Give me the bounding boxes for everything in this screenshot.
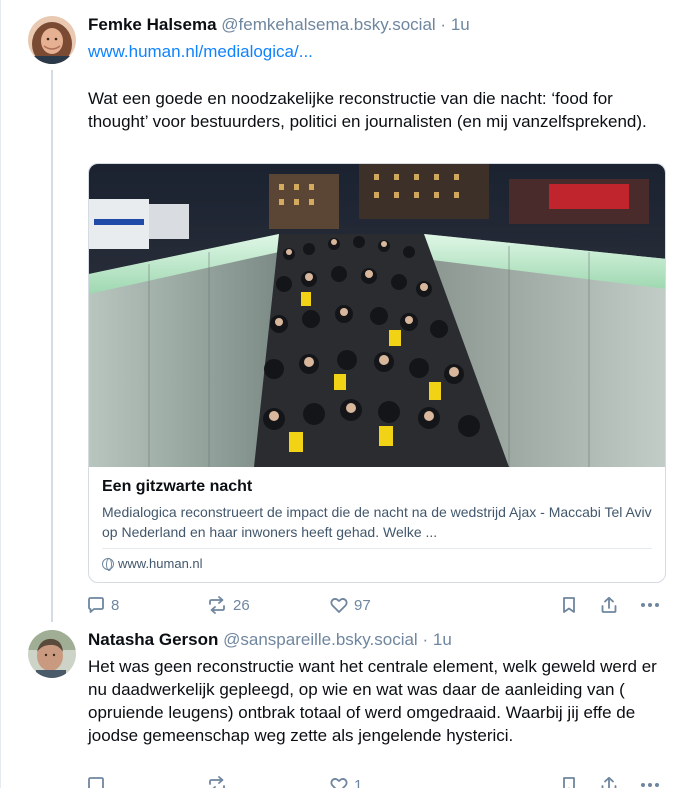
- card-image: [89, 164, 665, 467]
- repost-button[interactable]: [206, 773, 233, 788]
- more-icon: [641, 783, 659, 787]
- card-domain-text: www.human.nl: [118, 556, 203, 571]
- bookmark-icon: [563, 777, 575, 788]
- more-button[interactable]: [639, 773, 661, 788]
- post-actions: 1: [86, 773, 666, 788]
- share-button[interactable]: [599, 773, 619, 788]
- post-link[interactable]: www.human.nl/medialogica/...: [88, 42, 313, 62]
- repost-button[interactable]: 26: [206, 593, 250, 617]
- separator: ·: [422, 630, 429, 649]
- card-description: Medialogica reconstrueert de impact die …: [102, 504, 652, 540]
- avatar[interactable]: [28, 630, 76, 678]
- thread-line: [51, 70, 53, 622]
- more-icon: [641, 603, 659, 607]
- like-icon: [330, 778, 348, 788]
- reply-button[interactable]: 8: [86, 593, 119, 617]
- avatar[interactable]: [28, 16, 76, 64]
- reply-button[interactable]: [86, 773, 111, 788]
- post-header: Natasha Gerson @sanspareille.bsky.social…: [88, 629, 452, 651]
- post-actions: 8 26 97: [86, 593, 666, 617]
- post-text: Wat een goede en noodzakelijke reconstru…: [88, 89, 647, 131]
- author-name[interactable]: Femke Halsema: [88, 15, 217, 34]
- post-age[interactable]: 1u: [433, 630, 452, 649]
- reply-icon: [88, 777, 104, 788]
- separator: ·: [440, 15, 447, 34]
- repost-icon: [209, 596, 225, 614]
- like-count: 97: [354, 596, 371, 614]
- post-header: Femke Halsema @femkehalsema.bsky.social …: [88, 14, 470, 36]
- repost-count: 26: [233, 596, 250, 614]
- share-icon: [601, 776, 617, 788]
- card-title[interactable]: Een gitzwarte nacht: [102, 478, 252, 496]
- card-domain: www.human.nl: [102, 556, 203, 571]
- author-handle[interactable]: @femkehalsema.bsky.social: [221, 15, 435, 34]
- reply-icon: [88, 597, 104, 613]
- more-button[interactable]: [639, 593, 661, 617]
- post-text: Het was geen reconstructie want het cent…: [88, 657, 657, 745]
- link-card[interactable]: Een gitzwarte nacht Medialogica reconstr…: [88, 163, 666, 583]
- bookmark-icon: [563, 597, 575, 613]
- card-divider: [102, 548, 652, 549]
- globe-icon: [102, 557, 114, 571]
- like-icon: [330, 598, 348, 613]
- author-handle[interactable]: @sanspareille.bsky.social: [223, 630, 418, 649]
- like-button[interactable]: 1: [329, 773, 362, 788]
- reply-count: 8: [111, 596, 120, 614]
- author-name[interactable]: Natasha Gerson: [88, 630, 218, 649]
- like-button[interactable]: 97: [329, 593, 371, 617]
- share-button[interactable]: [599, 593, 619, 617]
- bookmark-button[interactable]: [560, 773, 578, 788]
- bookmark-button[interactable]: [560, 593, 578, 617]
- post-age[interactable]: 1u: [451, 15, 470, 34]
- like-count: 1: [354, 776, 363, 788]
- share-icon: [601, 596, 617, 613]
- repost-icon: [209, 776, 225, 788]
- feed: Femke Halsema @femkehalsema.bsky.social …: [0, 0, 678, 788]
